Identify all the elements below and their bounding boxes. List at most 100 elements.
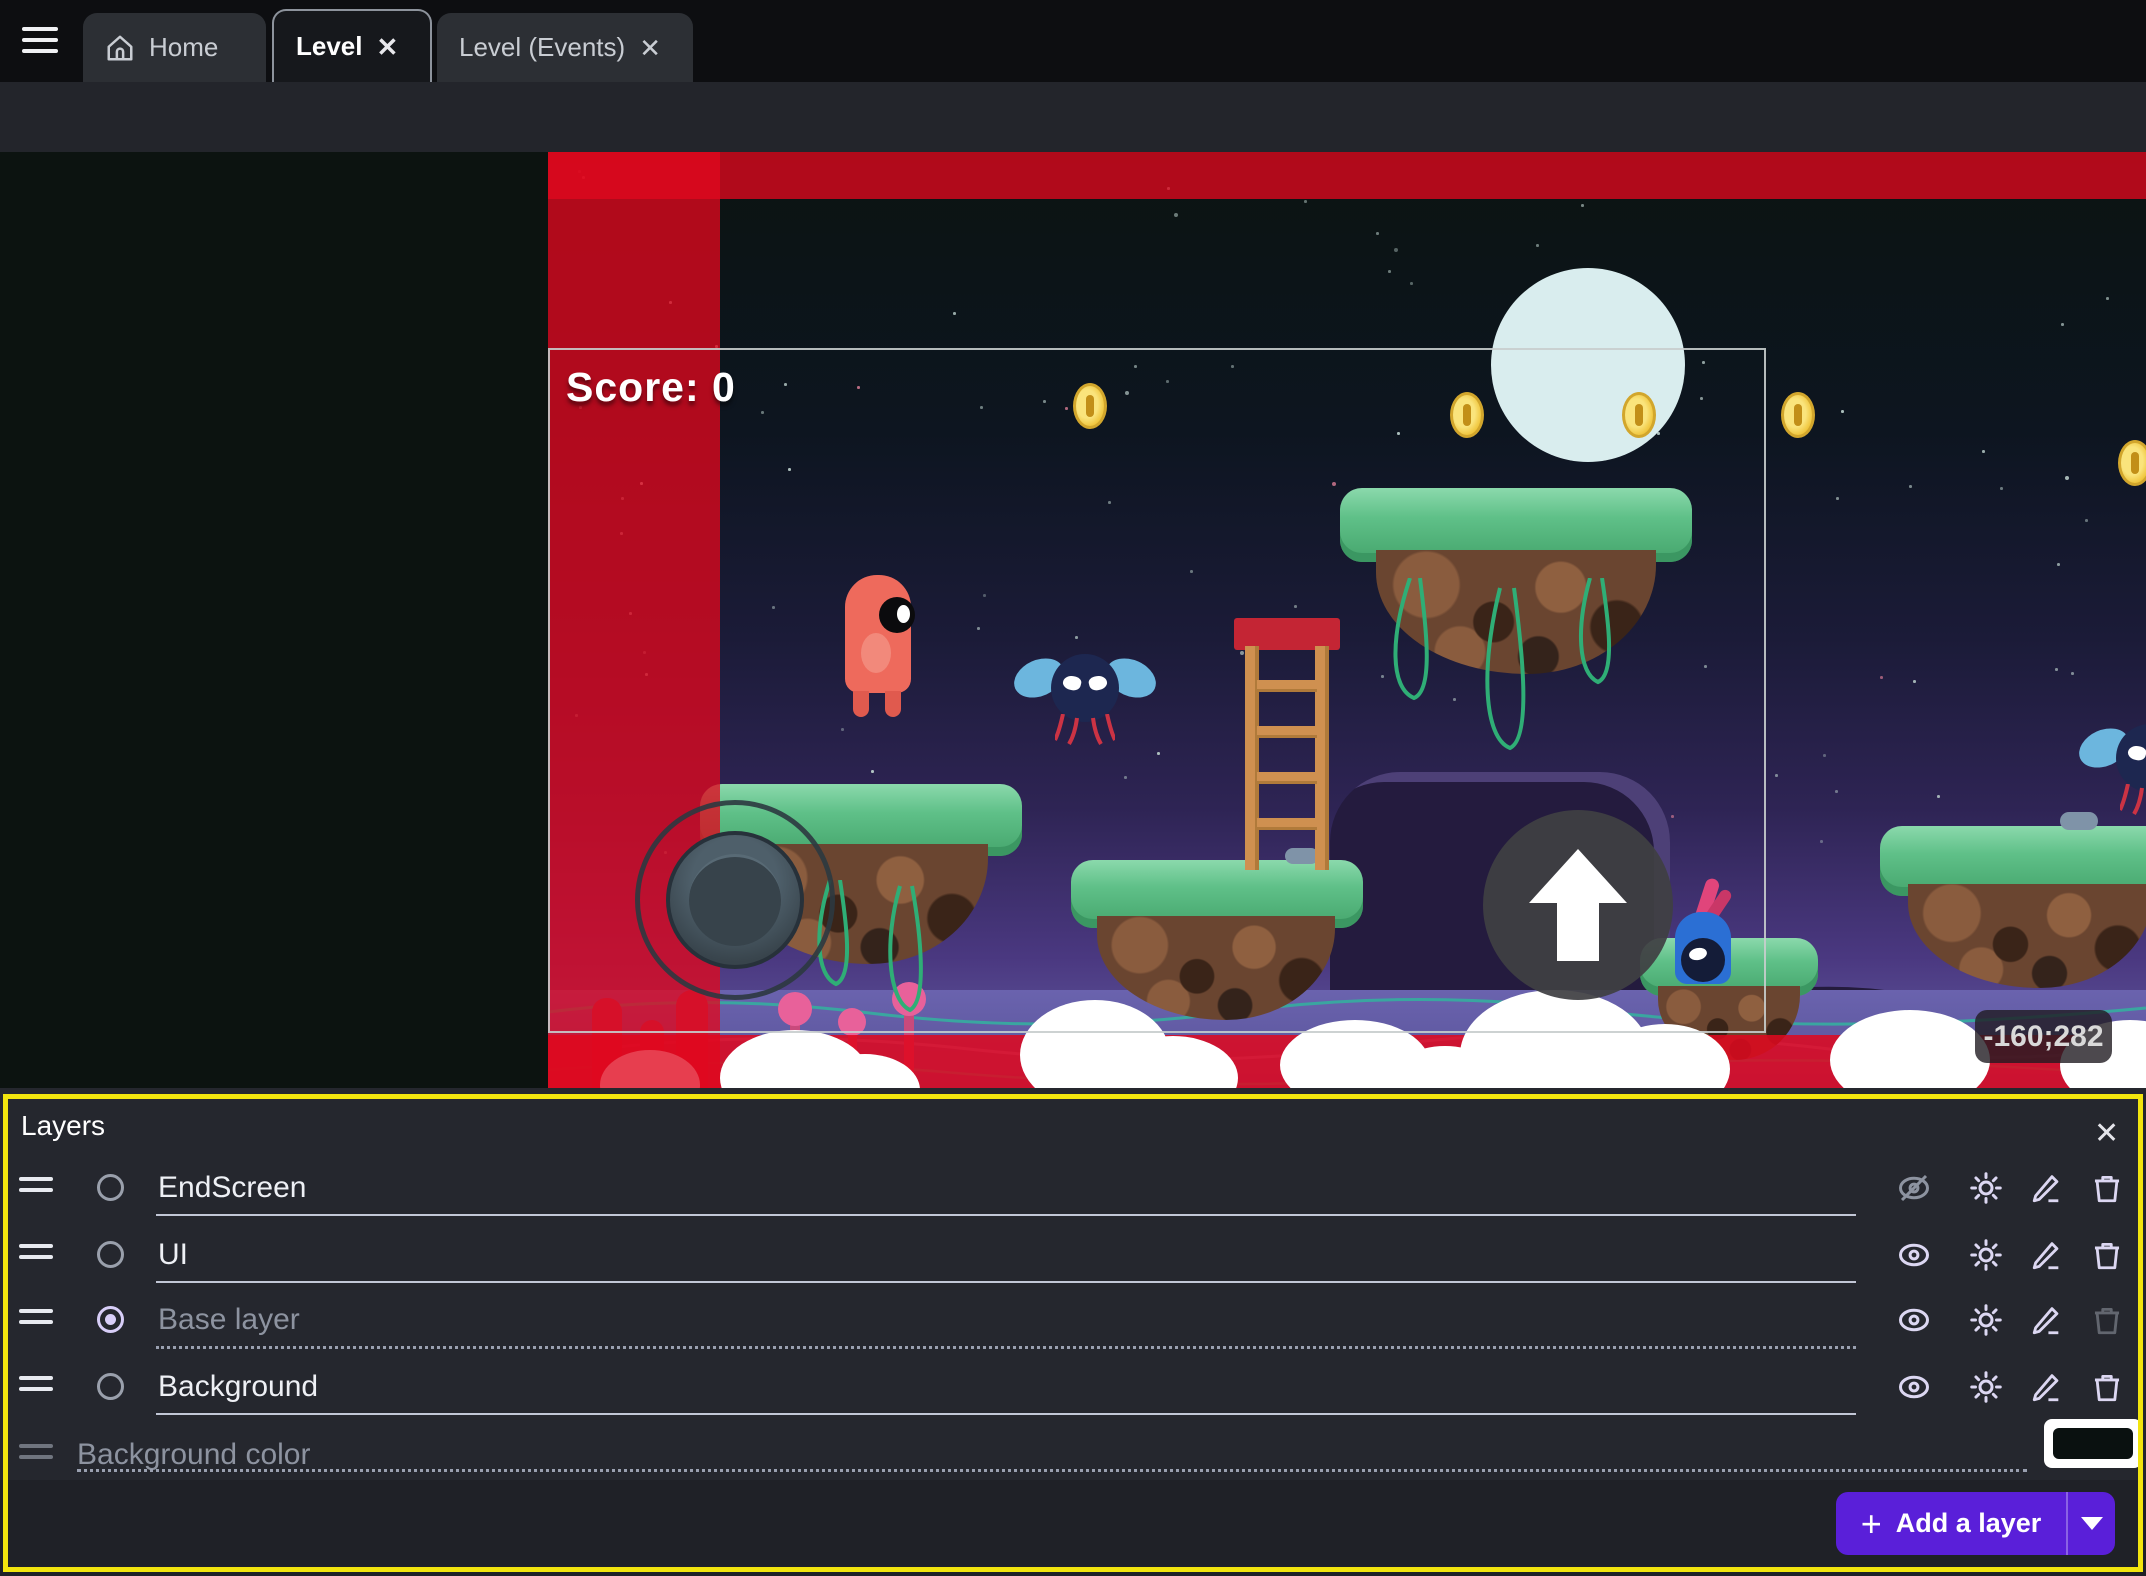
- layers-panel-title: Layers: [21, 1110, 105, 1142]
- layer-row-ui: UI: [0, 1227, 2146, 1283]
- tab-level-events[interactable]: Level (Events) ✕: [437, 13, 693, 82]
- edit-layer-button[interactable]: [2028, 1301, 2066, 1339]
- edit-layer-button[interactable]: [2028, 1368, 2066, 1406]
- layer-select-radio[interactable]: [97, 1306, 124, 1333]
- cursor-coordinates-badge: -160;282: [1975, 1010, 2112, 1063]
- layer-select-radio[interactable]: [97, 1241, 124, 1268]
- layer-row-endscreen: EndScreen: [0, 1160, 2146, 1216]
- lighting-button[interactable]: [1967, 1301, 2005, 1339]
- star: [2065, 476, 2069, 480]
- trash-icon: [2090, 1238, 2124, 1272]
- lighting-button[interactable]: [1967, 1236, 2005, 1274]
- layers-panel-footer: + Add a layer: [0, 1480, 2146, 1576]
- layers-panel: Layers ✕ EndScreen UI: [0, 1088, 2146, 1576]
- star: [2106, 297, 2109, 300]
- drag-handle-icon[interactable]: [19, 1309, 53, 1331]
- layer-select-radio[interactable]: [97, 1373, 124, 1400]
- coin-object[interactable]: [1781, 392, 1815, 438]
- kill-zone-top[interactable]: [548, 152, 2146, 199]
- star: [1835, 790, 1838, 793]
- hamburger-menu-icon[interactable]: [22, 27, 58, 55]
- layer-name-field[interactable]: UI: [158, 1238, 1848, 1272]
- trash-icon: [2090, 1370, 2124, 1404]
- star: [2061, 323, 2064, 326]
- star: [2000, 487, 2003, 490]
- star: [1410, 282, 1413, 285]
- coin-object[interactable]: [2118, 440, 2146, 486]
- layer-name-field[interactable]: EndScreen: [158, 1171, 1848, 1205]
- sun-icon: [1968, 1170, 2004, 1206]
- star: [1823, 754, 1826, 757]
- tab-level-events-label: Level (Events): [459, 32, 625, 63]
- star: [1775, 774, 1778, 777]
- star: [1982, 450, 1985, 453]
- layer-row-base: Base layer: [0, 1292, 2146, 1348]
- layers-panel-close-icon[interactable]: ✕: [2094, 1116, 2119, 1151]
- drag-handle-icon[interactable]: [19, 1244, 53, 1266]
- tab-level[interactable]: Level ✕: [272, 9, 432, 82]
- visibility-toggle[interactable]: [1895, 1301, 1933, 1339]
- sun-icon: [1968, 1369, 2004, 1405]
- eye-icon: [1896, 1237, 1932, 1273]
- tab-home-label: Home: [149, 32, 218, 63]
- sun-icon: [1968, 1237, 2004, 1273]
- drag-handle-icon[interactable]: [19, 1376, 53, 1398]
- selection-rectangle: [548, 348, 1766, 1033]
- flying-enemy-object[interactable]: [2080, 720, 2146, 820]
- star: [2057, 563, 2060, 566]
- plus-icon: +: [1861, 1506, 1882, 1542]
- game-scene: Score: 0 -160;282: [548, 152, 2146, 1088]
- star: [1820, 840, 1823, 843]
- add-layer-button[interactable]: + Add a layer: [1836, 1492, 2115, 1555]
- star: [1937, 795, 1940, 798]
- delete-layer-button[interactable]: [2088, 1236, 2126, 1274]
- eye-icon: [1896, 1302, 1932, 1338]
- delete-layer-button: [2088, 1301, 2126, 1339]
- tab-level-close-icon[interactable]: ✕: [377, 34, 399, 60]
- home-icon: [105, 33, 135, 63]
- pencil-icon: [2030, 1171, 2064, 1205]
- platform-object[interactable]: [1880, 826, 2146, 1002]
- lighting-button[interactable]: [1967, 1368, 2005, 1406]
- star: [1913, 680, 1916, 683]
- background-color-swatch[interactable]: [2044, 1419, 2142, 1468]
- delete-layer-button[interactable]: [2088, 1368, 2126, 1406]
- star: [1841, 410, 1844, 413]
- chevron-down-icon: [2081, 1517, 2103, 1530]
- visibility-toggle[interactable]: [1895, 1169, 1933, 1207]
- star: [2055, 668, 2058, 671]
- tab-level-events-close-icon[interactable]: ✕: [639, 35, 661, 61]
- star: [1376, 232, 1379, 235]
- score-text-object[interactable]: Score: 0: [566, 364, 736, 411]
- layer-name-field[interactable]: Background: [158, 1370, 1848, 1404]
- drag-handle-icon[interactable]: [19, 1177, 53, 1199]
- star: [1836, 497, 1839, 500]
- eye-off-icon: [1896, 1170, 1932, 1206]
- star: [1388, 270, 1391, 273]
- scene-editor-canvas[interactable]: Score: 0 -160;282: [0, 152, 2146, 1088]
- background-color-label: Background color: [77, 1438, 310, 1472]
- tab-level-label: Level: [296, 31, 363, 62]
- star: [1174, 213, 1178, 217]
- visibility-toggle[interactable]: [1895, 1236, 1933, 1274]
- star: [2085, 519, 2088, 522]
- pencil-icon: [2030, 1238, 2064, 1272]
- star: [1304, 200, 1307, 203]
- star: [1581, 204, 1584, 207]
- layer-select-radio[interactable]: [97, 1174, 124, 1201]
- add-layer-dropdown-button[interactable]: [2068, 1492, 2115, 1555]
- star: [953, 312, 956, 315]
- tab-home[interactable]: Home: [83, 13, 266, 82]
- drag-handle-icon: [19, 1444, 53, 1466]
- add-layer-label: Add a layer: [1896, 1508, 2042, 1539]
- lighting-button[interactable]: [1967, 1169, 2005, 1207]
- edit-layer-button[interactable]: [2028, 1236, 2066, 1274]
- delete-layer-button[interactable]: [2088, 1169, 2126, 1207]
- background-color-underline: [77, 1469, 2027, 1472]
- visibility-toggle[interactable]: [1895, 1368, 1933, 1406]
- edit-layer-button[interactable]: [2028, 1169, 2066, 1207]
- sun-icon: [1968, 1302, 2004, 1338]
- star: [1394, 248, 1398, 252]
- eye-icon: [1896, 1369, 1932, 1405]
- background-color-value: [2053, 1428, 2133, 1459]
